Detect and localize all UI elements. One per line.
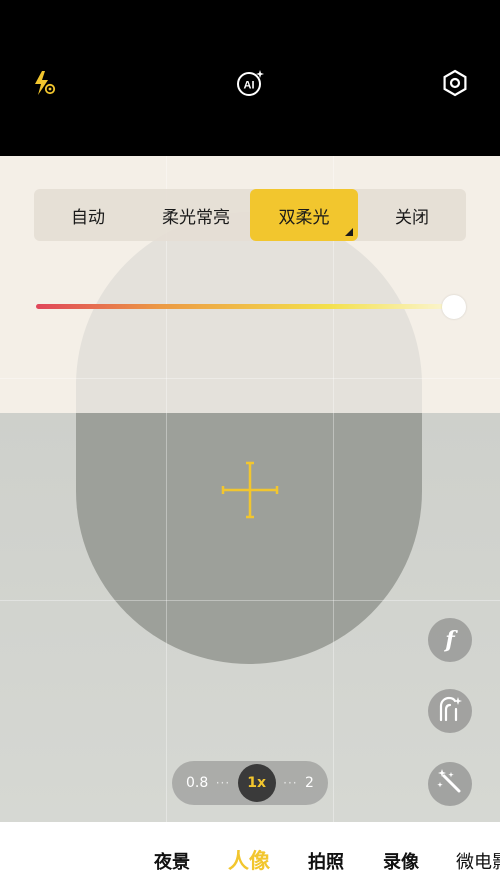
light-mode-label: 双柔光 — [278, 207, 330, 228]
light-intensity-thumb[interactable] — [442, 295, 466, 319]
aperture-button[interactable]: f — [428, 618, 472, 662]
ai-label: AI — [244, 80, 255, 92]
ai-icon[interactable]: AI — [234, 67, 266, 99]
grid-line — [0, 600, 500, 601]
submenu-indicator-icon — [345, 228, 353, 236]
zoom-dots: ··· — [283, 776, 298, 790]
grid-line — [166, 156, 167, 822]
zoom-option-2[interactable]: 2 — [305, 775, 314, 791]
settings-icon[interactable] — [440, 68, 470, 98]
beauty-icon — [435, 694, 465, 728]
mode-night[interactable]: 夜景 — [154, 848, 190, 874]
flash-auto-icon[interactable] — [30, 68, 60, 98]
magic-wand-icon — [435, 767, 465, 801]
light-intensity-slider[interactable] — [36, 304, 454, 309]
light-mode-off[interactable]: 关闭 — [358, 189, 466, 241]
mode-photo[interactable]: 拍照 — [308, 848, 344, 874]
light-mode-label: 关闭 — [395, 207, 429, 228]
aperture-icon: f — [445, 627, 455, 653]
mode-video[interactable]: 录像 — [383, 848, 419, 874]
grid-line — [333, 156, 334, 822]
focus-crosshair-icon — [221, 461, 279, 519]
light-mode-selector: 自动 柔光常亮 双柔光 关闭 — [34, 189, 466, 241]
top-bar: AI — [0, 0, 500, 156]
light-mode-dual-soft[interactable]: 双柔光 — [250, 189, 358, 241]
grid-line — [0, 378, 500, 379]
zoom-option-1x[interactable]: 1x — [237, 764, 276, 802]
beauty-button[interactable] — [428, 689, 472, 733]
portrait-frame-bottom — [76, 413, 422, 664]
light-mode-soft-constant[interactable]: 柔光常亮 — [142, 189, 250, 241]
viewfinder[interactable]: 自动 柔光常亮 双柔光 关闭 f 0.8 ··· 1x ··· 2 — [0, 156, 500, 822]
light-mode-auto[interactable]: 自动 — [34, 189, 142, 241]
zoom-option-0.8[interactable]: 0.8 — [186, 775, 208, 791]
mode-portrait[interactable]: 人像 — [228, 845, 270, 875]
zoom-dots: ··· — [215, 776, 231, 790]
mode-micro-film[interactable]: 微电影 — [456, 848, 500, 874]
light-mode-label: 柔光常亮 — [162, 207, 230, 228]
magic-wand-button[interactable] — [428, 762, 472, 806]
light-mode-label: 自动 — [71, 207, 105, 228]
zoom-selector: 0.8 ··· 1x ··· 2 — [172, 761, 328, 805]
mode-bar: 夜景 人像 拍照 录像 微电影 — [0, 822, 500, 888]
